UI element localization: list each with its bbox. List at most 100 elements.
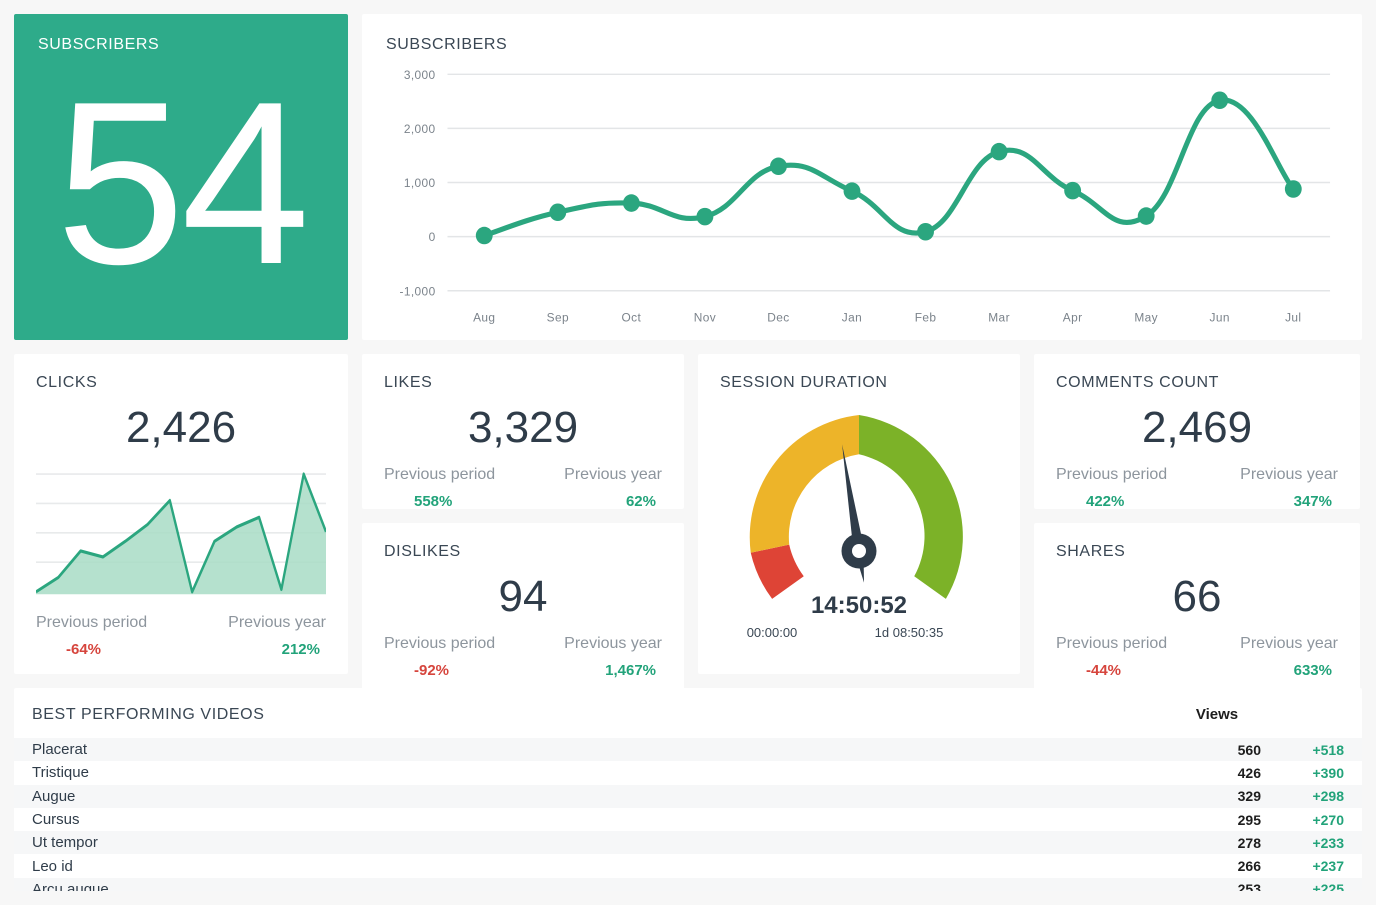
- dashboard-page: SUBSCRIBERS 54 SUBSCRIBERS 3,0002,0001,0…: [0, 0, 1376, 905]
- gauge-band-low: [751, 545, 804, 599]
- dislikes-previous-year-label: Previous year: [564, 635, 662, 653]
- comments-previous-year: Previous year 347%: [1240, 466, 1338, 510]
- likes-value: 3,329: [384, 404, 662, 452]
- dislikes-previous-year-delta: 1,467%: [605, 662, 656, 679]
- data-point-marker[interactable]: [991, 143, 1008, 161]
- views-cell: 253: [1161, 881, 1261, 891]
- x-axis-tick-label: Apr: [1063, 310, 1083, 324]
- comments-previous-year-label: Previous year: [1240, 466, 1338, 484]
- y-axis-tick-label: 0: [429, 230, 436, 244]
- table-row[interactable]: Leo id266+237: [14, 854, 1362, 877]
- clicks-previous-period-label: Previous period: [36, 614, 147, 632]
- shares-previous-year-label: Previous year: [1240, 635, 1338, 653]
- session-duration-title: SESSION DURATION: [720, 374, 998, 392]
- subscribers-tile[interactable]: SUBSCRIBERS 54: [14, 14, 348, 340]
- clicks-previous-year-label: Previous year: [228, 614, 326, 632]
- data-point-marker[interactable]: [917, 223, 934, 241]
- likes-card[interactable]: LIKES 3,329 Previous period 558% Previou…: [362, 354, 684, 509]
- best-performing-videos-card[interactable]: BEST PERFORMING VIDEOS Views Placerat560…: [14, 688, 1362, 891]
- dislikes-previous-period-label: Previous period: [384, 635, 495, 653]
- views-delta-cell: +233: [1261, 835, 1344, 851]
- kpi-row: CLICKS 2,426 Previous period -64% Previo…: [14, 354, 1362, 674]
- likes-previous-year: Previous year 62%: [564, 466, 662, 510]
- likes-previous-period: Previous period 558%: [384, 466, 495, 510]
- shares-card[interactable]: SHARES 66 Previous period -44% Previous …: [1034, 523, 1360, 697]
- x-axis-tick-label: Feb: [915, 310, 937, 324]
- views-delta-cell: +518: [1261, 742, 1344, 758]
- comments-previous-year-delta: 347%: [1294, 493, 1332, 510]
- likes-column: LIKES 3,329 Previous period 558% Previou…: [362, 354, 684, 674]
- views-cell: 426: [1161, 765, 1261, 781]
- top-row: SUBSCRIBERS 54 SUBSCRIBERS 3,0002,0001,0…: [14, 14, 1362, 340]
- data-point-marker[interactable]: [1064, 182, 1081, 200]
- comments-comparison: Previous period 422% Previous year 347%: [1056, 466, 1338, 510]
- data-point-marker[interactable]: [1211, 92, 1228, 110]
- shares-title: SHARES: [1056, 543, 1338, 561]
- clicks-sparkline-svg: [36, 466, 326, 600]
- table-row[interactable]: Placerat560+518: [14, 738, 1362, 761]
- views-column-header: Views: [1161, 706, 1344, 723]
- comments-previous-period-label: Previous period: [1056, 466, 1167, 484]
- comments-count-title: COMMENTS COUNT: [1056, 374, 1338, 392]
- likes-title: LIKES: [384, 374, 662, 392]
- session-duration-column: SESSION DURATION: [698, 354, 1020, 674]
- views-cell: 266: [1161, 858, 1261, 874]
- table-row[interactable]: Tristique426+390: [14, 761, 1362, 784]
- data-point-marker[interactable]: [844, 182, 861, 200]
- x-axis-tick-label: Jul: [1285, 310, 1301, 324]
- shares-previous-period-label: Previous period: [1056, 635, 1167, 653]
- x-axis-tick-label: Aug: [473, 310, 495, 324]
- data-point-marker[interactable]: [549, 204, 566, 222]
- y-axis-tick-label: 1,000: [404, 176, 436, 190]
- gauge-band-high: [859, 415, 963, 599]
- x-axis-tick-label: Dec: [767, 310, 789, 324]
- gauge-value-label: 14:50:52: [811, 592, 907, 619]
- likes-previous-year-label: Previous year: [564, 466, 662, 484]
- comments-count-card[interactable]: COMMENTS COUNT 2,469 Previous period 422…: [1034, 354, 1360, 509]
- sparkline-area: [36, 474, 326, 594]
- data-point-marker[interactable]: [696, 208, 713, 226]
- clicks-card[interactable]: CLICKS 2,426 Previous period -64% Previo…: [14, 354, 348, 674]
- data-point-marker[interactable]: [770, 158, 787, 176]
- views-delta-cell: +270: [1261, 812, 1344, 828]
- y-axis-tick-label: 2,000: [404, 122, 436, 136]
- table-row[interactable]: Ut tempor278+233: [14, 831, 1362, 854]
- data-point-marker[interactable]: [1285, 180, 1302, 198]
- session-duration-card[interactable]: SESSION DURATION: [698, 354, 1020, 674]
- shares-comparison: Previous period -44% Previous year 633%: [1056, 635, 1338, 679]
- clicks-comparison: Previous period -64% Previous year 212%: [36, 614, 326, 658]
- dislikes-value: 94: [384, 573, 662, 621]
- data-point-marker[interactable]: [1138, 207, 1155, 225]
- shares-previous-year-delta: 633%: [1294, 662, 1332, 679]
- table-row[interactable]: Augue329+298: [14, 785, 1362, 808]
- subscribers-chart-card[interactable]: SUBSCRIBERS 3,0002,0001,0000-1,000AugSep…: [362, 14, 1362, 340]
- dislikes-comparison: Previous period -92% Previous year 1,467…: [384, 635, 662, 679]
- data-point-marker[interactable]: [476, 227, 493, 245]
- clicks-previous-year: Previous year 212%: [228, 614, 326, 658]
- clicks-previous-period-delta: -64%: [66, 641, 101, 658]
- video-title-cell: Augue: [32, 788, 1161, 805]
- video-title-cell: Leo id: [32, 858, 1161, 875]
- table-header: BEST PERFORMING VIDEOS Views: [14, 706, 1362, 738]
- x-axis-tick-label: Oct: [622, 310, 642, 324]
- x-axis-tick-label: Jun: [1210, 310, 1230, 324]
- subscribers-line-chart[interactable]: 3,0002,0001,0000-1,000AugSepOctNovDecJan…: [386, 64, 1338, 334]
- session-duration-gauge: 14:50:52 00:00:00 1d 08:50:35: [720, 394, 998, 660]
- views-delta-cell: +225: [1261, 881, 1344, 891]
- table-row[interactable]: Cursus295+270: [14, 808, 1362, 831]
- shares-previous-period-delta: -44%: [1086, 662, 1121, 679]
- video-title-cell: Tristique: [32, 764, 1161, 781]
- data-point-marker[interactable]: [623, 194, 640, 212]
- dislikes-card[interactable]: DISLIKES 94 Previous period -92% Previou…: [362, 523, 684, 697]
- subscribers-tile-title: SUBSCRIBERS: [38, 36, 324, 54]
- shares-value: 66: [1056, 573, 1338, 621]
- x-axis-tick-label: Nov: [694, 310, 717, 324]
- subscribers-chart-title: SUBSCRIBERS: [386, 36, 1338, 54]
- table-row[interactable]: Arcu augue253+225: [14, 878, 1362, 891]
- best-performing-videos-title: BEST PERFORMING VIDEOS: [32, 706, 1161, 724]
- subscribers-line: [484, 100, 1293, 236]
- dislikes-previous-year: Previous year 1,467%: [564, 635, 662, 679]
- x-axis-tick-label: Mar: [988, 310, 1010, 324]
- views-cell: 295: [1161, 812, 1261, 828]
- likes-previous-year-delta: 62%: [626, 493, 656, 510]
